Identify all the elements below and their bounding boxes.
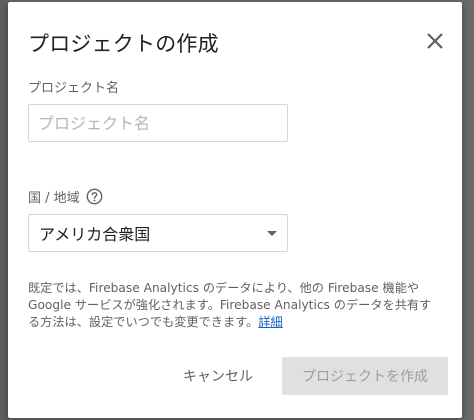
create-project-dialog: プロジェクトの作成 プロジェクト名 国 / 地域 アメリカ合衆国 既定では、Fi… bbox=[8, 2, 462, 418]
notice-text: 既定では、Firebase Analytics のデータにより、他の Fireb… bbox=[28, 281, 432, 329]
project-name-input[interactable] bbox=[28, 104, 288, 142]
close-button[interactable] bbox=[424, 30, 446, 52]
close-icon bbox=[427, 33, 443, 49]
country-label-row: 国 / 地域 bbox=[28, 187, 103, 206]
country-label: 国 / 地域 bbox=[28, 191, 80, 206]
backdrop-right bbox=[462, 0, 474, 420]
analytics-notice: 既定では、Firebase Analytics のデータにより、他の Fireb… bbox=[28, 280, 433, 331]
dialog-title: プロジェクトの作成 bbox=[28, 32, 219, 56]
help-circle-icon[interactable] bbox=[86, 188, 103, 205]
project-name-label: プロジェクト名 bbox=[28, 81, 120, 96]
dropdown-caret-icon bbox=[267, 230, 277, 236]
cancel-button[interactable]: キャンセル bbox=[168, 357, 268, 395]
country-select[interactable]: アメリカ合衆国 bbox=[28, 214, 288, 252]
learn-more-link[interactable]: 詳細 bbox=[258, 315, 282, 329]
country-selected-value: アメリカ合衆国 bbox=[39, 225, 151, 244]
create-project-button[interactable]: プロジェクトを作成 bbox=[282, 357, 448, 395]
